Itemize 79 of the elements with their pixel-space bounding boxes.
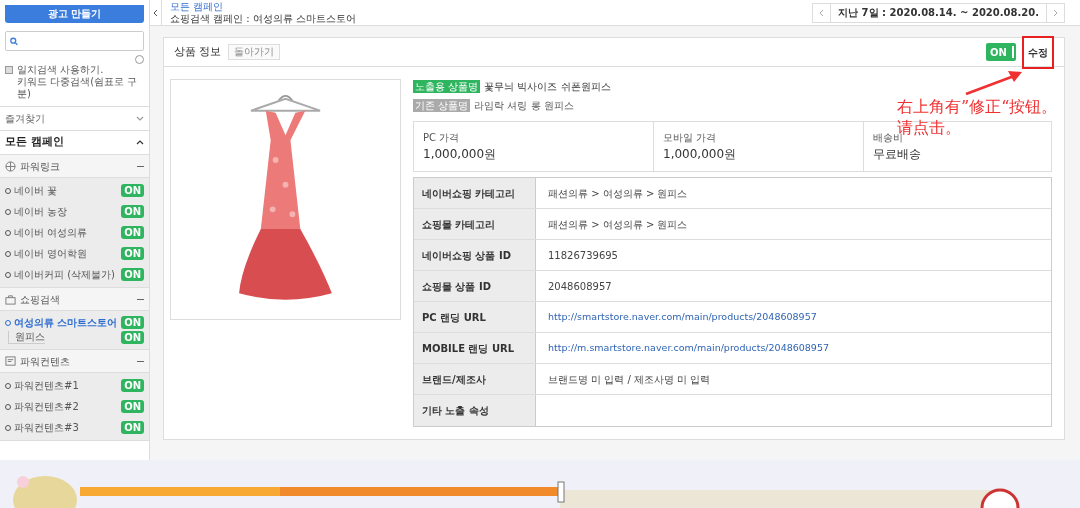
detail-value: 패션의류 > 여성의류 > 원피스	[548, 217, 688, 232]
item-label: 여성의류 스마트스토어	[14, 316, 118, 330]
item-label: 네이버 여성의류	[14, 226, 88, 240]
chevron-left-icon	[153, 8, 158, 17]
card-title: 상품 정보	[174, 43, 222, 60]
detail-label: 네이버쇼핑 카테고리	[422, 186, 516, 201]
landing-url-link[interactable]: http://m.smartstore.naver.com/main/products/2048608957	[548, 340, 829, 356]
document-icon	[5, 355, 16, 367]
price-label: 모바일 가격	[663, 131, 717, 145]
status-badge: ON	[121, 421, 144, 434]
original-product-name: 라임락 셔링 롱 원피스	[474, 99, 574, 113]
group-label: 파워링크	[20, 159, 60, 174]
ad-group-item[interactable]: 원피스 ON	[0, 330, 149, 345]
campaign-item[interactable]: 여성의류 스마트스토어 ON	[0, 315, 149, 330]
annotation-arrow	[964, 68, 1024, 96]
status-badge: ON	[121, 226, 144, 239]
detail-label: 브랜드/제조사	[422, 372, 486, 387]
price-value: 무료배송	[873, 146, 921, 163]
checkbox-label: 일치검색 사용하기.	[17, 64, 104, 76]
detail-label: PC 랜딩 URL	[422, 310, 486, 325]
campaign-item[interactable]: 네이버 농장 ON	[0, 201, 149, 222]
edit-button[interactable]: 수정	[1022, 35, 1054, 69]
detail-label: 기타 노출 속성	[422, 404, 489, 418]
status-badge: ON	[121, 316, 144, 329]
price-label: PC 가격	[423, 131, 460, 145]
item-label: 네이버 꽃	[14, 184, 58, 198]
detail-label: MOBILE 랜딩 URL	[422, 341, 515, 356]
page-title: 쇼핑검색 캠페인 : 여성의류 스마트스토어	[170, 12, 357, 25]
original-name-tag: 기존 상품명	[413, 99, 471, 112]
detail-label: 쇼핑몰 상품 ID	[422, 279, 491, 294]
campaign-item[interactable]: 네이버 영어학원 ON	[0, 243, 149, 264]
search-icon	[10, 36, 19, 46]
group-label: 파워컨텐츠	[20, 354, 70, 369]
checkbox[interactable]	[5, 66, 13, 74]
detail-label: 네이버쇼핑 상품 ID	[422, 248, 511, 263]
campaign-item[interactable]: 네이버커피 (삭제불가) ON	[0, 264, 149, 285]
campaign-item[interactable]: 파워컨텐츠#3 ON	[0, 417, 149, 438]
checkbox-hint: 키워드 다중검색(쉼표로 구분)	[17, 76, 139, 100]
globe-icon	[5, 160, 16, 172]
group-label: 쇼핑검색	[20, 292, 60, 307]
campaign-item[interactable]: 네이버 꽃 ON	[0, 180, 149, 201]
item-label: 파워컨텐츠#3	[14, 421, 79, 435]
group-header[interactable]: 쇼핑검색	[0, 288, 149, 311]
status-badge: ON	[121, 247, 144, 260]
section-header[interactable]: 즐겨찾기	[0, 107, 149, 131]
campaign-item[interactable]: 파워컨텐츠#2 ON	[0, 396, 149, 417]
campaign-item[interactable]: 네이버 여성의류 ON	[0, 222, 149, 243]
exposed-name-tag: 노출용 상품명	[413, 80, 481, 93]
detail-value: 11826739695	[548, 248, 618, 263]
detail-value: 브랜드명 미 입력 / 제조사명 미 입력	[548, 372, 711, 387]
status-badge: ON	[121, 331, 144, 344]
detail-label: 쇼핑몰 카테고리	[422, 217, 496, 232]
detail-value: 패션의류 > 여성의류 > 원피스	[548, 186, 688, 201]
status-badge: ON	[121, 184, 144, 197]
chevron-left-icon	[819, 8, 825, 17]
price-value: 1,000,000원	[423, 146, 497, 163]
status-badge: ON	[121, 379, 144, 392]
detail-value: 2048608957	[548, 279, 612, 294]
item-label: 파워컨텐츠#1	[14, 379, 79, 393]
campaign-item[interactable]: 파워컨텐츠#1 ON	[0, 375, 149, 396]
search-field[interactable]	[5, 31, 144, 51]
status-badge: ON	[121, 400, 144, 413]
item-label: 네이버 농장	[14, 205, 68, 219]
price-value: 1,000,000원	[663, 146, 737, 163]
create-ad-button[interactable]: 광고 만들기	[5, 4, 144, 23]
item-label: 네이버 영어학원	[14, 247, 88, 261]
chevron-right-icon	[1053, 8, 1058, 17]
price-label: 배송비	[873, 132, 903, 145]
item-label: 파워컨텐츠#2	[14, 400, 79, 414]
bag-icon	[5, 293, 16, 305]
landing-url-link[interactable]: http://smartstore.naver.com/main/products/2048608957	[548, 309, 817, 325]
return-button[interactable]: 돌아가기	[227, 44, 280, 60]
group-header[interactable]: 파워컨텐츠	[0, 350, 149, 373]
group-header[interactable]: 파워링크	[0, 155, 149, 178]
product-name: 꽃무늬 빅사이즈 쉬폰원피스	[484, 80, 611, 94]
status-badge: ON	[121, 205, 144, 218]
status-badge: ON	[121, 268, 144, 281]
item-label: 네이버커피 (삭제불가)	[14, 268, 115, 282]
breadcrumb-link[interactable]: 모든 캠페인	[170, 0, 224, 13]
